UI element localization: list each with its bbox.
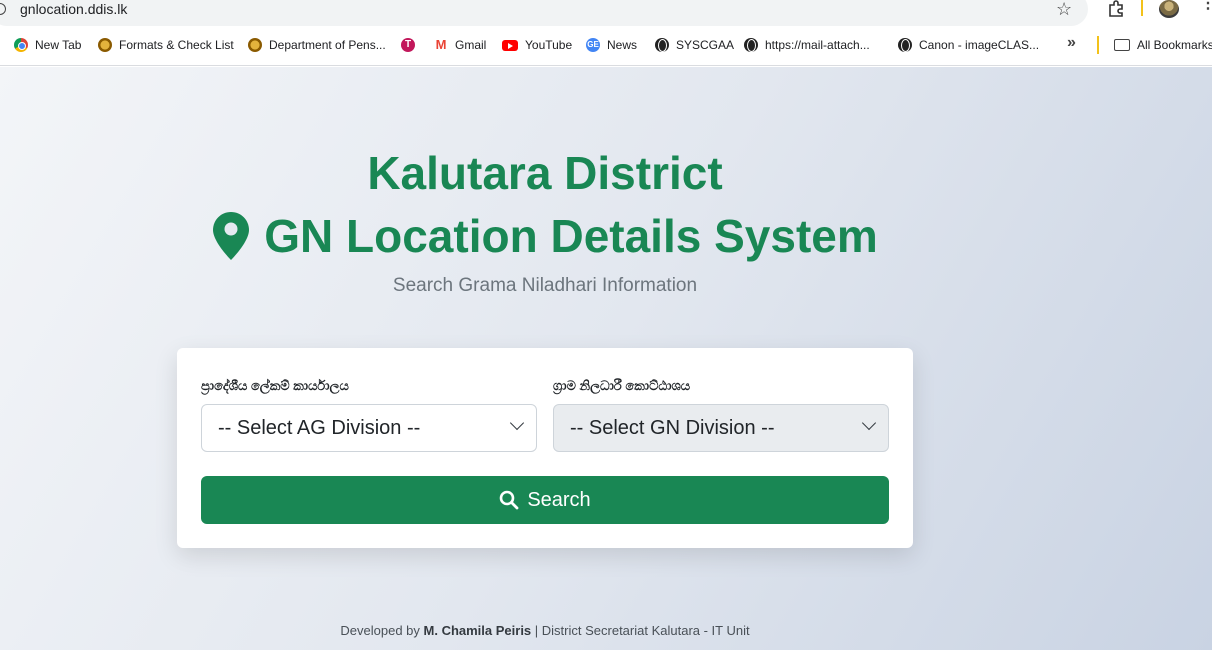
bookmark-news[interactable]: GE News xyxy=(586,38,637,52)
youtube-icon xyxy=(502,39,518,51)
browser-address-bar: gnlocation.ddis.lk ☆ ⋮ xyxy=(0,0,1212,27)
search-icon xyxy=(500,490,519,510)
all-bookmarks-label: All Bookmarks xyxy=(1137,38,1212,52)
search-card: ප්‍රාදේශීය ලේකම් කාර්යාලය -- Select AG D… xyxy=(177,348,913,548)
emblem-icon xyxy=(248,38,262,52)
map-pin-icon xyxy=(213,212,250,260)
chrome-icon xyxy=(14,38,28,52)
page-content: Kalutara District GN Location Details Sy… xyxy=(0,67,1212,650)
bookmark-youtube[interactable]: YouTube xyxy=(502,38,572,52)
bookmark-new-tab[interactable]: New Tab xyxy=(14,38,81,52)
gn-division-selected-value: -- Select GN Division -- xyxy=(570,417,775,439)
bookmark-label: YouTube xyxy=(525,38,573,52)
bookmark-gmail[interactable]: M Gmail xyxy=(434,38,486,52)
footer-author: M. Chamila Peiris xyxy=(423,623,532,638)
t-icon: T xyxy=(401,38,415,52)
more-menu-icon[interactable]: ⋮ xyxy=(1200,0,1212,12)
page-subtitle: Search Grama Niladhari Information xyxy=(392,275,698,296)
page-title-system-text: GN Location Details System xyxy=(264,210,878,262)
chevron-down-icon xyxy=(861,415,877,431)
folder-icon xyxy=(1114,39,1130,51)
url-text[interactable]: gnlocation.ddis.lk xyxy=(20,1,127,17)
bookmark-star-icon[interactable]: ☆ xyxy=(1056,0,1072,20)
emblem-icon xyxy=(98,38,112,52)
page-title-system: GN Location Details System xyxy=(0,209,1090,263)
url-field[interactable] xyxy=(0,0,1088,26)
bookmark-label: News xyxy=(607,38,638,52)
globe-icon xyxy=(898,38,912,52)
ag-division-label: ප්‍රාදේශීය ලේකම් කාර්යාලය xyxy=(201,378,349,393)
bookmark-mail-attach[interactable]: https://mail-attach... xyxy=(744,38,870,52)
page-title-district: Kalutara District xyxy=(367,147,723,199)
gn-division-label: ග්‍රාම නිලධාරී කොට්ඨාශය xyxy=(553,378,691,393)
extensions-icon[interactable] xyxy=(1106,0,1126,18)
bookmark-label: Department of Pens... xyxy=(269,38,386,52)
chevron-down-icon xyxy=(509,415,525,431)
toolbar-divider xyxy=(1141,0,1143,16)
bookmark-label: Formats & Check List xyxy=(119,38,234,52)
bookmark-formats[interactable]: Formats & Check List xyxy=(98,38,234,52)
bookmarks-divider xyxy=(1097,36,1099,54)
profile-avatar[interactable] xyxy=(1159,0,1179,18)
bookmarks-bar: New Tab Formats & Check List Department … xyxy=(0,27,1212,66)
bookmark-syscgaa[interactable]: SYSCGAA xyxy=(655,38,734,52)
news-icon: GE xyxy=(586,38,600,52)
footer: Developed by M. Chamila Peiris | Distric… xyxy=(0,623,1090,638)
footer-suffix: | District Secretariat Kalutara - IT Uni… xyxy=(534,623,750,638)
bookmark-label: https://mail-attach... xyxy=(765,38,870,52)
gn-division-select[interactable]: -- Select GN Division -- xyxy=(553,404,889,452)
bookmark-label: SYSCGAA xyxy=(676,38,735,52)
bookmark-label: New Tab xyxy=(35,38,82,52)
search-button-label: Search xyxy=(527,488,591,511)
all-bookmarks[interactable]: All Bookmarks xyxy=(1114,38,1212,52)
ag-division-selected-value: -- Select AG Division -- xyxy=(218,417,421,439)
globe-icon xyxy=(744,38,758,52)
bookmark-t[interactable]: T xyxy=(401,38,415,52)
more-bookmarks-icon[interactable]: » xyxy=(1067,34,1076,52)
bookmark-canon[interactable]: Canon - imageCLAS... xyxy=(898,38,1039,52)
footer-prefix: Developed by xyxy=(340,623,420,638)
search-button[interactable]: Search xyxy=(201,476,889,524)
bookmark-label: Canon - imageCLAS... xyxy=(919,38,1040,52)
ag-division-select[interactable]: -- Select AG Division -- xyxy=(201,404,537,452)
bookmark-label: Gmail xyxy=(455,38,487,52)
globe-icon xyxy=(655,38,669,52)
bookmark-department-pensions[interactable]: Department of Pens... xyxy=(248,38,386,52)
gmail-icon: M xyxy=(434,37,448,52)
